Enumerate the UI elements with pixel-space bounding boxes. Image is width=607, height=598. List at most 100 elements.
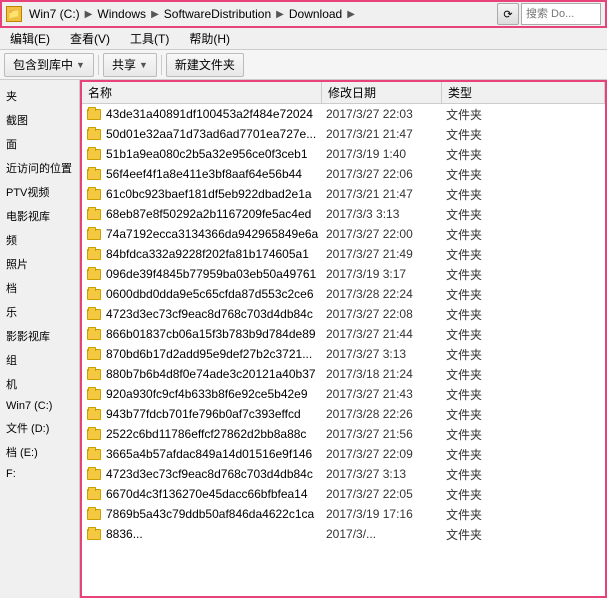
cell-type: 文件夹 (446, 466, 605, 483)
toolbar-separator-2 (161, 55, 162, 75)
cell-date: 2017/3/27 21:44 (326, 327, 446, 341)
col-header-date[interactable]: 修改日期 (322, 82, 442, 103)
cell-date: 2017/3/19 3:17 (326, 267, 446, 281)
sidebar-item-movies[interactable]: 电影视库 (0, 204, 79, 228)
cell-name: 43de31a40891df100453a2f484e72024 (106, 107, 326, 121)
table-row[interactable]: 68eb87e8f50292a2b1167209fe5ac4ed 2017/3/… (82, 204, 605, 224)
table-row[interactable]: 7869b5a43c79ddb50af846da4622c1ca 2017/3/… (82, 504, 605, 524)
sidebar-item-computer[interactable]: 机 (0, 372, 79, 396)
breadcrumb-item-win7[interactable]: Win7 (C:) (26, 6, 83, 22)
table-row[interactable]: 6670d4c3f136270e45dacc66bfbfea14 2017/3/… (82, 484, 605, 504)
sidebar-item-ptv[interactable]: PTV视频 (0, 180, 79, 204)
menu-view[interactable]: 查看(V) (64, 28, 116, 49)
table-row[interactable]: 920a930fc9cf4b633b8f6e92ce5b42e9 2017/3/… (82, 384, 605, 404)
table-row[interactable]: 8836... 2017/3/... 文件夹 (82, 524, 605, 544)
sidebar-item-recent[interactable]: 近访问的位置 (0, 156, 79, 180)
sidebar-item-win7c[interactable]: Win7 (C:) (0, 396, 79, 416)
table-row[interactable]: 870bd6b17d2add95e9def27b2c3721... 2017/3… (82, 344, 605, 364)
breadcrumb-item-download[interactable]: Download (286, 6, 345, 22)
cell-date: 2017/3/27 21:56 (326, 427, 446, 441)
cell-name: 61c0bc923baef181df5eb922dbad2e1a (106, 187, 326, 201)
file-icon (86, 326, 102, 342)
table-row[interactable]: 866b01837cb06a15f3b783b9d784de89 2017/3/… (82, 324, 605, 344)
file-list-header: 名称 修改日期 类型 (82, 82, 605, 104)
new-folder-button[interactable]: 新建文件夹 (166, 53, 244, 77)
cell-type: 文件夹 (446, 266, 605, 283)
cell-type: 文件夹 (446, 346, 605, 363)
breadcrumb-item-softwaredist[interactable]: SoftwareDistribution (161, 6, 274, 22)
sidebar-item-photos[interactable]: 照片 (0, 252, 79, 276)
file-icon (86, 426, 102, 442)
table-row[interactable]: 943b77fdcb701fe796b0af7c393effcd 2017/3/… (82, 404, 605, 424)
cell-type: 文件夹 (446, 126, 605, 143)
cell-name: 8836... (106, 527, 326, 541)
cell-type: 文件夹 (446, 386, 605, 403)
cell-name: 920a930fc9cf4b633b8f6e92ce5b42e9 (106, 387, 326, 401)
table-row[interactable]: 61c0bc923baef181df5eb922dbad2e1a 2017/3/… (82, 184, 605, 204)
sidebar-item-group[interactable]: 组 (0, 348, 79, 372)
sidebar-item-freq[interactable]: 频 (0, 228, 79, 252)
file-icon (86, 506, 102, 522)
cell-date: 2017/3/21 21:47 (326, 127, 446, 141)
cell-type: 文件夹 (446, 426, 605, 443)
file-icon (86, 286, 102, 302)
menu-tools[interactable]: 工具(T) (124, 28, 175, 49)
breadcrumb-item-windows[interactable]: Windows (94, 6, 149, 22)
cell-date: 2017/3/27 22:09 (326, 447, 446, 461)
table-row[interactable]: 51b1a9ea080c2b5a32e956ce0f3ceb1 2017/3/1… (82, 144, 605, 164)
sidebar-item-e[interactable]: 档 (E:) (0, 440, 79, 464)
file-icon (86, 306, 102, 322)
file-icon (86, 266, 102, 282)
refresh-button[interactable]: ⟳ (497, 3, 519, 25)
cell-name: 51b1a9ea080c2b5a32e956ce0f3ceb1 (106, 147, 326, 161)
table-row[interactable]: 2522c6bd11786effcf27862d2bb8a88c 2017/3/… (82, 424, 605, 444)
table-row[interactable]: 84bfdca332a9228f202fa81b174605a1 2017/3/… (82, 244, 605, 264)
sidebar-item-0[interactable]: 夹 (0, 84, 79, 108)
file-icon (86, 466, 102, 482)
breadcrumb-arrow-2: ▶ (151, 9, 159, 20)
table-row[interactable]: 4723d3ec73cf9eac8d768c703d4db84c 2017/3/… (82, 304, 605, 324)
table-row[interactable]: 43de31a40891df100453a2f484e72024 2017/3/… (82, 104, 605, 124)
file-list-body[interactable]: 43de31a40891df100453a2f484e72024 2017/3/… (82, 104, 605, 596)
table-row[interactable]: 096de39f4845b77959ba03eb50a49761 2017/3/… (82, 264, 605, 284)
menu-edit[interactable]: 编辑(E) (4, 28, 56, 49)
sidebar-item-d[interactable]: 文件 (D:) (0, 416, 79, 440)
cell-type: 文件夹 (446, 206, 605, 223)
table-row[interactable]: 74a7192ecca3134366da942965849e6a 2017/3/… (82, 224, 605, 244)
include-library-button[interactable]: 包含到库中 ▼ (4, 53, 94, 77)
cell-date: 2017/3/27 3:13 (326, 347, 446, 361)
file-icon (86, 206, 102, 222)
sidebar-item-docs[interactable]: 档 (0, 276, 79, 300)
cell-date: 2017/3/27 22:05 (326, 487, 446, 501)
cell-name: 3665a4b57afdac849a14d01516e9f146 (106, 447, 326, 461)
table-row[interactable]: 880b7b6b4d8f0e74ade3c20121a40b37 2017/3/… (82, 364, 605, 384)
table-row[interactable]: 50d01e32aa71d73ad6ad7701ea727e... 2017/3… (82, 124, 605, 144)
cell-name: 74a7192ecca3134366da942965849e6a (106, 227, 326, 241)
sidebar-item-2[interactable]: 面 (0, 132, 79, 156)
cell-type: 文件夹 (446, 526, 605, 543)
table-row[interactable]: 3665a4b57afdac849a14d01516e9f146 2017/3/… (82, 444, 605, 464)
cell-date: 2017/3/27 3:13 (326, 467, 446, 481)
share-button[interactable]: 共享 ▼ (103, 53, 157, 77)
cell-type: 文件夹 (446, 366, 605, 383)
new-folder-label: 新建文件夹 (175, 56, 235, 73)
sidebar-item-music[interactable]: 乐 (0, 300, 79, 324)
menu-help[interactable]: 帮助(H) (183, 28, 236, 49)
cell-type: 文件夹 (446, 506, 605, 523)
table-row[interactable]: 4723d3ec73cf9eac8d768c703d4db84c 2017/3/… (82, 464, 605, 484)
sidebar-item-f[interactable]: F: (0, 464, 79, 484)
breadcrumb: Win7 (C:) ▶ Windows ▶ SoftwareDistributi… (26, 6, 493, 22)
sidebar-item-video-lib[interactable]: 影影视库 (0, 324, 79, 348)
sidebar-item-1[interactable]: 截图 (0, 108, 79, 132)
file-icon (86, 126, 102, 142)
cell-type: 文件夹 (446, 246, 605, 263)
col-header-name[interactable]: 名称 (82, 82, 322, 103)
cell-date: 2017/3/... (326, 527, 446, 541)
table-row[interactable]: 0600dbd0dda9e5c65cfda87d553c2ce6 2017/3/… (82, 284, 605, 304)
col-header-type[interactable]: 类型 (442, 82, 605, 103)
toolbar-separator-1 (98, 55, 99, 75)
file-icon (86, 446, 102, 462)
main-layout: 夹 截图 面 近访问的位置 PTV视频 电影视库 频 照片 档 乐 影影视库 组… (0, 80, 607, 598)
search-input[interactable] (521, 3, 601, 25)
table-row[interactable]: 56f4eef4f1a8e411e3bf8aaf64e56b44 2017/3/… (82, 164, 605, 184)
